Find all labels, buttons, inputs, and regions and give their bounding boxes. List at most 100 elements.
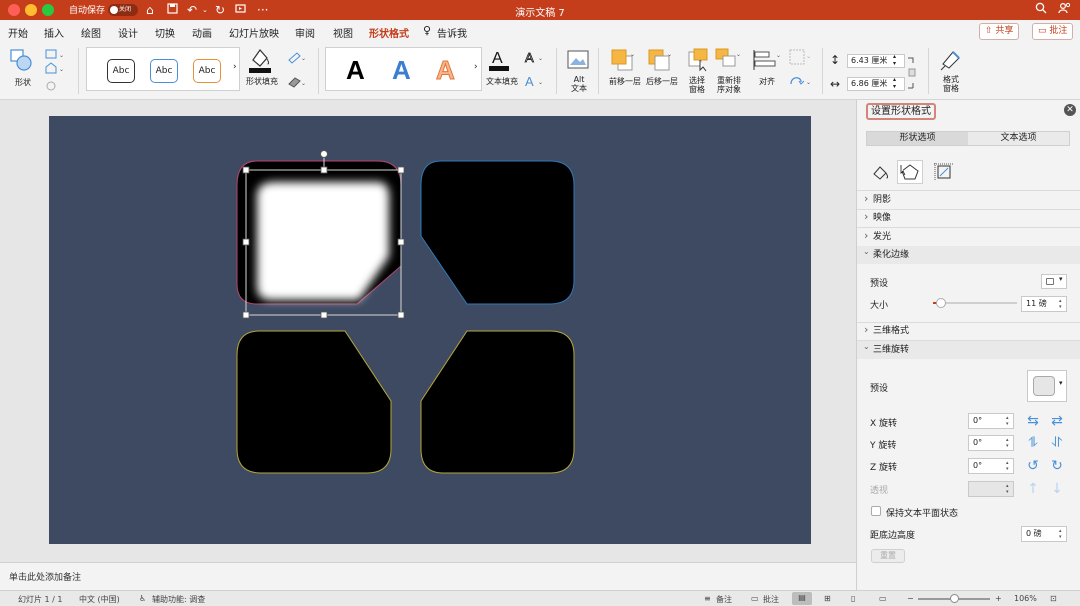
width-input[interactable]: 6.86 厘米 (847, 77, 905, 91)
slide-canvas[interactable] (49, 116, 811, 544)
section-shadow[interactable]: 阴影 (857, 190, 1080, 209)
soft-edges-preset-dropdown[interactable]: ▾ (1041, 274, 1067, 289)
x-rotate-left-icon[interactable]: ⇆ (1025, 413, 1041, 429)
resize-handle[interactable] (242, 166, 250, 174)
size-properties-tab[interactable] (931, 160, 957, 184)
text-style-2[interactable]: A (392, 56, 411, 84)
tab-shape-format[interactable]: 形状格式 (369, 25, 409, 44)
section-3d-format[interactable]: 三维格式 (857, 321, 1080, 340)
size-slider[interactable] (933, 298, 1017, 308)
tab-review[interactable]: 审阅 (295, 25, 315, 40)
z-rotate-right-icon[interactable]: ↻ (1049, 458, 1065, 474)
bring-forward-icon[interactable]: ⌄ (610, 48, 636, 75)
x-rotation-input[interactable]: 0° (968, 413, 1014, 429)
normal-view-button[interactable]: ▤ (792, 592, 812, 605)
zoom-level[interactable]: 106% (1014, 594, 1037, 603)
text-style-3[interactable]: A (436, 56, 456, 85)
shape-fill-icon[interactable] (248, 46, 272, 77)
selection-pane-icon[interactable] (688, 48, 710, 75)
comments-button[interactable]: ▭ 批注 (1032, 23, 1074, 40)
distance-from-ground-input[interactable]: 0 磅 (1021, 526, 1067, 542)
text-outline-icon[interactable]: A ⌄ A ⌄ (524, 49, 548, 92)
text-gallery-more-icon[interactable]: › (474, 62, 478, 72)
lock-aspect-icon[interactable] (905, 55, 917, 94)
slideshow-button[interactable]: ▭ (879, 594, 887, 603)
shapes-icon[interactable] (9, 48, 33, 75)
zoom-in-button[interactable]: + (995, 594, 1002, 603)
resize-handle[interactable] (242, 238, 250, 246)
section-soft-edges[interactable]: 柔化边缘 (857, 243, 1080, 264)
rotation-preset-dropdown[interactable]: ▾ (1027, 370, 1067, 402)
accessibility-status[interactable]: 辅助功能: 调查 (152, 594, 205, 605)
tab-draw[interactable]: 绘图 (81, 25, 101, 40)
zoom-out-button[interactable]: − (907, 594, 914, 603)
notes-toggle[interactable]: 备注 (716, 594, 732, 605)
account-icon[interactable] (1058, 2, 1071, 17)
y-rotate-down-icon[interactable]: ⥯ (1049, 435, 1065, 451)
text-style-1[interactable]: A (346, 56, 365, 84)
height-input[interactable]: 6.43 厘米 (847, 54, 905, 68)
resize-handle[interactable] (397, 311, 405, 319)
y-rotation-input[interactable]: 0° (968, 435, 1014, 451)
shape-style-2[interactable]: Abc (150, 59, 178, 83)
zoom-slider-thumb[interactable] (950, 594, 959, 603)
text-options-tab[interactable]: 文本选项 (968, 132, 1069, 145)
tab-design[interactable]: 设计 (118, 25, 138, 40)
section-reflection[interactable]: 映像 (857, 208, 1080, 227)
shape-bottom-right[interactable] (420, 330, 575, 474)
alt-text-icon[interactable] (567, 50, 589, 73)
tab-home[interactable]: 开始 (8, 25, 28, 40)
y-rotate-up-icon[interactable]: ⥮ (1025, 435, 1041, 451)
language-indicator[interactable]: 中文 (中国) (79, 594, 120, 605)
resize-handle[interactable] (397, 166, 405, 174)
align-icon[interactable]: ⌄ (752, 49, 781, 74)
reorder-objects-icon[interactable]: ⌄ (715, 48, 741, 75)
fill-line-tab[interactable] (868, 160, 894, 184)
share-button[interactable]: ⇧ 共享 (979, 23, 1020, 40)
section-glow[interactable]: 发光 (857, 227, 1080, 246)
fit-to-window-icon[interactable]: ⊡ (1050, 594, 1057, 603)
format-pane-icon[interactable] (939, 48, 963, 75)
rotate-handle[interactable] (320, 150, 328, 158)
shape-outline-icon[interactable]: ⌄ ⌄ (286, 50, 308, 93)
tab-view[interactable]: 视图 (333, 25, 353, 40)
tab-insert[interactable]: 插入 (44, 25, 64, 40)
shape-options-tab[interactable]: 形状选项 (867, 132, 968, 145)
keep-text-flat-checkbox[interactable] (871, 506, 881, 516)
comments-toggle[interactable]: 批注 (763, 594, 779, 605)
size-slider-thumb[interactable] (936, 298, 947, 308)
shape-style-3[interactable]: Abc (193, 59, 221, 83)
height-stepper[interactable]: ▴ ▾ (893, 53, 896, 67)
resize-handle[interactable] (397, 238, 405, 246)
tab-tell-me[interactable]: 告诉我 (437, 25, 467, 40)
shape-top-right[interactable] (420, 160, 575, 305)
shape-style-1[interactable]: Abc (107, 59, 135, 83)
soft-edges-size-input[interactable]: 11 磅 (1021, 296, 1067, 312)
zoom-slider[interactable] (918, 594, 990, 603)
tab-slideshow[interactable]: 幻灯片放映 (229, 25, 279, 40)
z-rotation-input[interactable]: 0° (968, 458, 1014, 474)
width-stepper[interactable]: ▴ ▾ (893, 76, 896, 90)
z-rotate-left-icon[interactable]: ↺ (1025, 458, 1041, 474)
gallery-more-icon[interactable]: › (233, 62, 237, 72)
tab-animations[interactable]: 动画 (192, 25, 212, 40)
resize-handle[interactable] (320, 166, 328, 174)
edit-shape-icon[interactable]: ⌄ ⌄ (44, 47, 66, 96)
section-3d-rotation[interactable]: 三维旋转 (857, 338, 1080, 359)
search-icon[interactable] (1035, 2, 1047, 17)
group-icon[interactable]: ⌄ ⌄ (788, 48, 814, 95)
resize-handle[interactable] (320, 311, 328, 319)
shape-bottom-left[interactable] (236, 330, 392, 474)
slide-sorter-button[interactable]: ⊞ (824, 594, 831, 603)
rotation-preset-label: 预设 (870, 384, 889, 394)
resize-handle[interactable] (242, 311, 250, 319)
pane-close-button[interactable]: ✕ (1064, 104, 1076, 116)
shape-top-left[interactable] (236, 160, 402, 305)
effects-tab[interactable] (897, 160, 923, 184)
text-fill-icon[interactable]: A (488, 48, 510, 75)
reading-view-button[interactable]: ▯ (851, 594, 855, 603)
notes-area[interactable]: 单击此处添加备注 (0, 562, 856, 590)
send-backward-icon[interactable]: ⌄ (647, 48, 673, 75)
x-rotate-right-icon[interactable]: ⇄ (1049, 413, 1065, 429)
tab-transitions[interactable]: 切换 (155, 25, 175, 40)
